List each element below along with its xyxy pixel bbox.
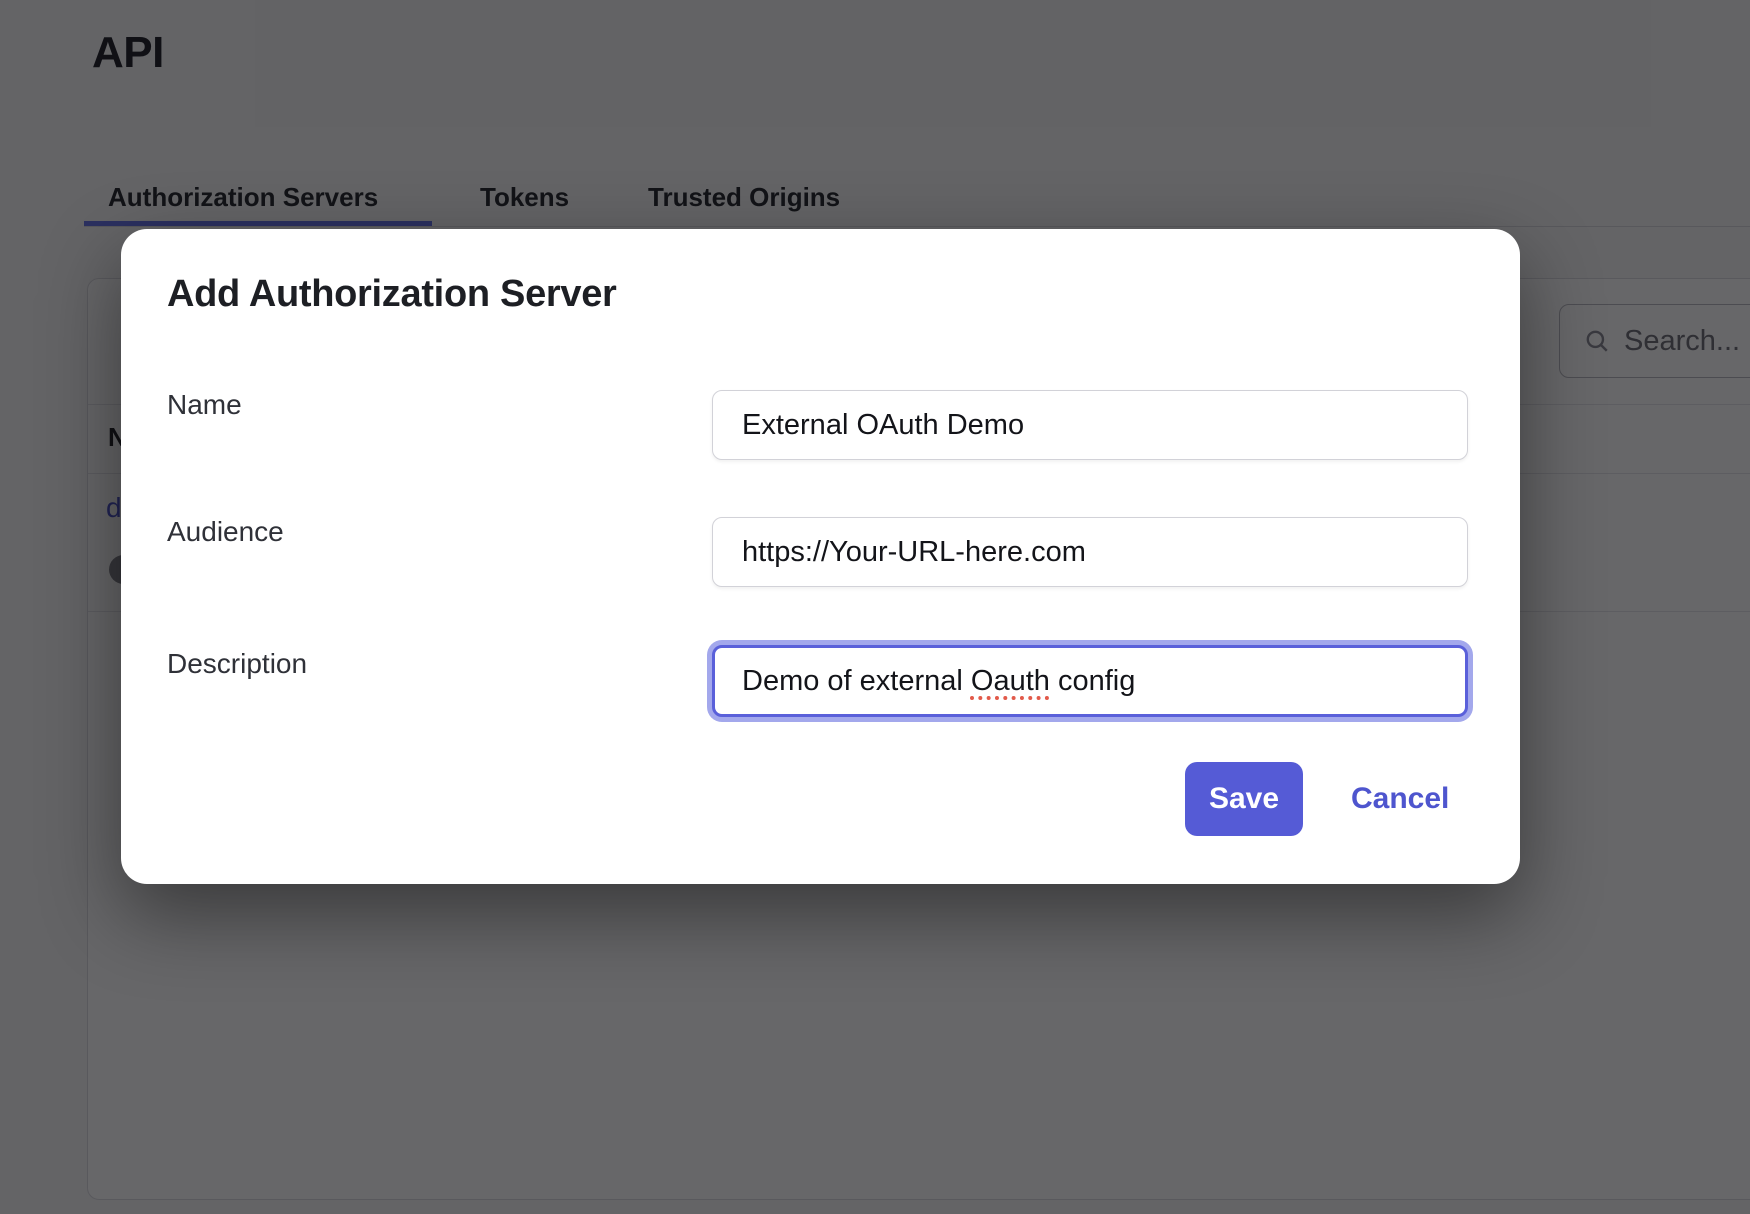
audience-input-value: https://Your-URL-here.com [742,536,1086,569]
name-input[interactable]: External OAuth Demo [712,390,1468,460]
cancel-button[interactable]: Cancel [1351,762,1449,836]
audience-input[interactable]: https://Your-URL-here.com [712,517,1468,587]
add-authorization-server-modal: Add Authorization Server Name External O… [121,229,1520,884]
misspelled-word: Oauth [971,665,1050,697]
description-label: Description [167,648,307,680]
description-input-value: Demo of external Oauth config [742,665,1135,698]
modal-title: Add Authorization Server [167,273,617,316]
name-input-value: External OAuth Demo [742,409,1024,442]
description-input[interactable]: Demo of external Oauth config [712,645,1468,717]
save-button[interactable]: Save [1185,762,1303,836]
name-label: Name [167,389,242,421]
audience-label: Audience [167,516,284,548]
